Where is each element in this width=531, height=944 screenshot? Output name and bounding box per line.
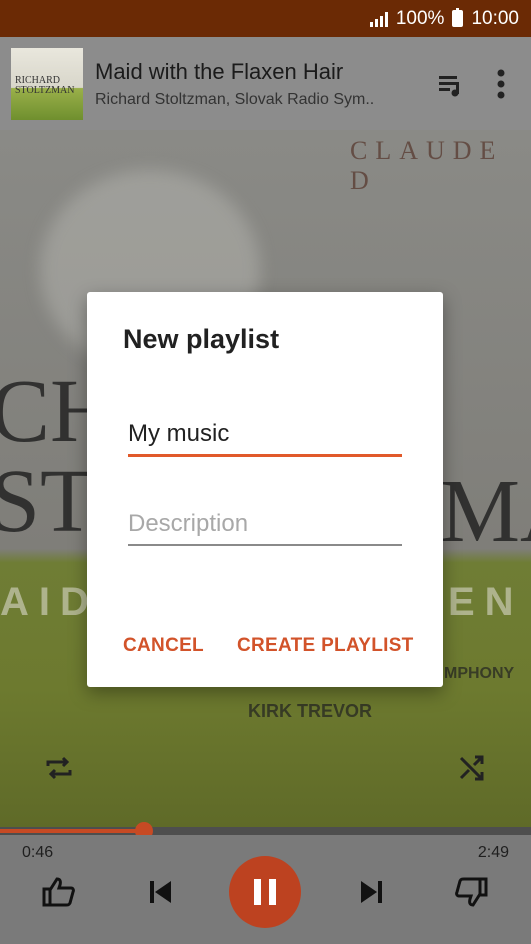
elapsed-time: 0:46 xyxy=(22,844,54,861)
seek-bar[interactable] xyxy=(0,822,531,840)
repeat-icon[interactable] xyxy=(39,748,79,788)
album-art-conductor: KIRK TREVOR xyxy=(248,701,373,721)
now-playing-header[interactable]: RICHARD STOLTZMAN Maid with the Flaxen H… xyxy=(0,37,531,130)
album-art-text: MA xyxy=(440,462,531,561)
battery-icon xyxy=(452,8,464,27)
new-playlist-dialog: New playlist CANCEL CREATE PLAYLIST xyxy=(87,292,443,687)
pause-button[interactable] xyxy=(229,856,301,928)
thumbs-up-icon[interactable] xyxy=(38,871,80,913)
thumbs-down-icon[interactable] xyxy=(450,871,492,913)
album-art-text: ST xyxy=(0,452,96,551)
queue-icon[interactable] xyxy=(431,64,471,104)
album-art-composer: CLAUDE D xyxy=(350,136,504,195)
album-art-text: EN xyxy=(448,580,524,624)
cancel-button[interactable]: CANCEL xyxy=(123,635,204,657)
track-artist: Richard Stoltzman, Slovak Radio Sym.. xyxy=(95,90,375,108)
previous-icon[interactable] xyxy=(141,873,179,911)
total-time: 2:49 xyxy=(477,844,509,861)
album-thumbnail-text: RICHARD STOLTZMAN xyxy=(15,74,75,96)
status-time: 10:00 xyxy=(471,7,519,29)
pause-icon xyxy=(254,879,276,905)
playback-controls: 0:46 2:49 xyxy=(0,835,531,944)
create-playlist-button[interactable]: CREATE PLAYLIST xyxy=(237,635,414,657)
seek-bar-progress xyxy=(0,829,145,833)
battery-percent: 100% xyxy=(395,7,445,29)
album-art-text: MPHONY xyxy=(444,665,515,682)
album-art-text: AID xyxy=(0,580,99,624)
status-bar: 100% 10:00 xyxy=(0,0,531,37)
album-thumbnail: RICHARD STOLTZMAN xyxy=(11,47,83,120)
more-vert-icon[interactable] xyxy=(481,64,521,104)
track-info: Maid with the Flaxen Hair Richard Stoltz… xyxy=(95,59,431,109)
signal-icon xyxy=(369,11,388,27)
shuffle-icon[interactable] xyxy=(452,748,492,788)
track-title: Maid with the Flaxen Hair xyxy=(95,58,344,84)
playlist-name-input[interactable] xyxy=(128,420,402,457)
playlist-description-input[interactable] xyxy=(128,510,402,546)
next-icon[interactable] xyxy=(353,873,391,911)
dialog-title: New playlist xyxy=(123,324,280,354)
